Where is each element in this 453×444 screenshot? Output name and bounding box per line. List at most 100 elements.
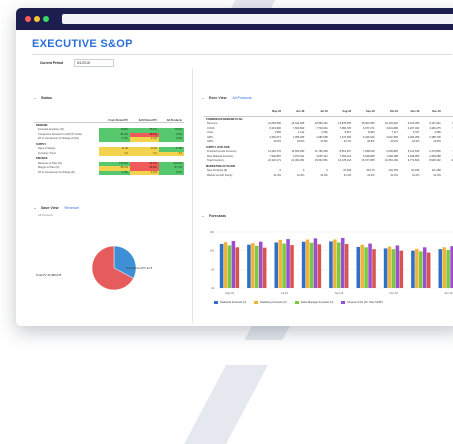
exec-col-header: Jun-18 bbox=[282, 108, 307, 117]
pie-svg bbox=[91, 245, 137, 291]
legend-swatch bbox=[294, 301, 299, 304]
status-cell: FP to Consensus % Change ($) bbox=[38, 170, 75, 174]
bar[interactable] bbox=[231, 240, 236, 288]
bar[interactable] bbox=[235, 247, 240, 288]
y-tick-label: 0k bbox=[211, 286, 214, 290]
bar[interactable] bbox=[247, 244, 251, 288]
bar[interactable] bbox=[442, 247, 446, 288]
page-title: EXECUTIVE S&OP bbox=[32, 38, 133, 50]
bar[interactable] bbox=[251, 243, 255, 288]
bar[interactable] bbox=[426, 252, 431, 288]
legend-label: Marketing Forecast (U) bbox=[260, 301, 287, 305]
y-tick-label: 15k bbox=[210, 230, 215, 234]
bar[interactable] bbox=[438, 249, 443, 288]
bar[interactable] bbox=[329, 241, 333, 288]
bar[interactable] bbox=[255, 245, 259, 288]
collapse-icon[interactable]: – bbox=[34, 206, 39, 210]
all-products-dropdown[interactable]: All Products bbox=[233, 96, 252, 100]
minimize-window-button[interactable] bbox=[34, 16, 40, 22]
status-panel-header[interactable]: – Status bbox=[34, 96, 52, 100]
bar[interactable] bbox=[364, 247, 368, 288]
status-col-header: Soft Period PV bbox=[129, 110, 159, 123]
legend-swatch bbox=[254, 301, 259, 304]
bar[interactable] bbox=[301, 241, 306, 288]
bar[interactable] bbox=[356, 246, 361, 288]
bar[interactable] bbox=[446, 249, 450, 288]
x-tick-label: Nov-18 bbox=[389, 291, 398, 295]
address-bar[interactable] bbox=[62, 14, 453, 24]
close-window-button[interactable] bbox=[25, 16, 31, 22]
status-heading: Status bbox=[41, 96, 52, 100]
bar[interactable] bbox=[313, 238, 318, 288]
revenue-link[interactable]: Revenue bbox=[65, 206, 79, 210]
exec-col-header: May-18 bbox=[259, 108, 283, 117]
pie-label-front: Front Period PV 32.8 bbox=[126, 266, 153, 270]
bar[interactable] bbox=[419, 251, 423, 288]
bar[interactable] bbox=[223, 242, 228, 288]
pie-label-total: Total PV 36,388,678 bbox=[36, 273, 62, 277]
bar[interactable] bbox=[278, 239, 282, 288]
legend-item[interactable]: Marketing Forecast (U) bbox=[254, 301, 287, 304]
bar[interactable] bbox=[340, 237, 345, 288]
collapse-icon[interactable]: – bbox=[202, 214, 207, 218]
legend-swatch bbox=[341, 301, 346, 304]
exec-cell: 41.0% bbox=[320, 173, 328, 177]
bar[interactable] bbox=[383, 248, 388, 288]
bar[interactable] bbox=[227, 245, 232, 288]
current-period-input[interactable]: 8/1/2018 bbox=[74, 59, 114, 67]
status-table: Front Period PV Soft Period PV All Product… bbox=[34, 110, 184, 175]
status-col-header: Front Period PV bbox=[99, 110, 130, 123]
collapse-icon[interactable]: – bbox=[34, 96, 39, 100]
exec-col-header: Sep-18 bbox=[353, 108, 377, 117]
exec-cell: 41.0% bbox=[411, 173, 420, 177]
exec-cell: 41.0% bbox=[390, 173, 398, 177]
maximize-window-button[interactable] bbox=[43, 16, 49, 22]
save-view-button[interactable]: Save View bbox=[41, 206, 59, 210]
bar[interactable] bbox=[262, 247, 267, 288]
panel-divider bbox=[192, 68, 193, 323]
bar[interactable] bbox=[360, 244, 364, 288]
collapse-icon[interactable]: – bbox=[202, 96, 207, 100]
exec-view-table: May-18 Jun-18 Jul-18 Aug-18 Sep-18 Oct-18 Nov-… bbox=[204, 108, 453, 178]
bar[interactable] bbox=[282, 243, 286, 288]
bar[interactable] bbox=[309, 242, 314, 288]
bar[interactable] bbox=[344, 243, 349, 288]
x-tick-label: Jul-18 bbox=[281, 291, 289, 295]
divider bbox=[32, 54, 452, 55]
status-cell: 0.2% bbox=[158, 170, 184, 175]
bar[interactable] bbox=[290, 245, 294, 288]
bar[interactable] bbox=[368, 243, 372, 288]
bar[interactable] bbox=[372, 249, 376, 288]
bar[interactable] bbox=[317, 244, 322, 288]
bar[interactable] bbox=[258, 241, 263, 288]
bar[interactable] bbox=[399, 250, 404, 288]
exec-row: Market Growth Family 41.0% 41.0% 41.0% 41.0%… bbox=[204, 174, 453, 179]
exec-cell: 41.0% bbox=[443, 174, 453, 179]
bar[interactable] bbox=[411, 250, 415, 288]
status-col-header bbox=[34, 110, 100, 123]
bar[interactable] bbox=[422, 247, 427, 288]
bar[interactable] bbox=[391, 249, 396, 288]
legend-item[interactable]: Statistical Forecast (U) bbox=[214, 301, 246, 304]
bar[interactable] bbox=[274, 242, 279, 288]
bar[interactable] bbox=[395, 245, 400, 288]
legend-label: Statistical Forecast (U) bbox=[220, 301, 247, 305]
legend-item[interactable]: Finance Units (Pc. Plan SLIM*) bbox=[341, 301, 383, 304]
save-view-header[interactable]: – Save View Revenue bbox=[34, 206, 79, 210]
forecasts-header[interactable]: – Forecasts bbox=[202, 214, 226, 218]
bar[interactable] bbox=[305, 239, 310, 288]
bar[interactable] bbox=[337, 242, 341, 288]
forecasts-heading: Forecasts bbox=[209, 214, 226, 218]
legend-label: Sales Manager Forecast (U) bbox=[300, 301, 334, 305]
exec-view-header[interactable]: – Exec View All Products bbox=[202, 96, 252, 100]
bar[interactable] bbox=[387, 246, 392, 288]
x-tick-label: Sep-18 bbox=[335, 291, 344, 295]
decor-stripe bbox=[183, 365, 269, 444]
bar[interactable] bbox=[286, 239, 290, 288]
bar[interactable] bbox=[415, 248, 419, 288]
legend-label: Finance Units (Pc. Plan SLIM*) bbox=[347, 301, 384, 305]
bar[interactable] bbox=[333, 239, 337, 288]
legend-item[interactable]: Sales Manager Forecast (U) bbox=[294, 301, 334, 305]
current-period-label: Current Period bbox=[40, 61, 64, 65]
bar[interactable] bbox=[219, 243, 224, 288]
